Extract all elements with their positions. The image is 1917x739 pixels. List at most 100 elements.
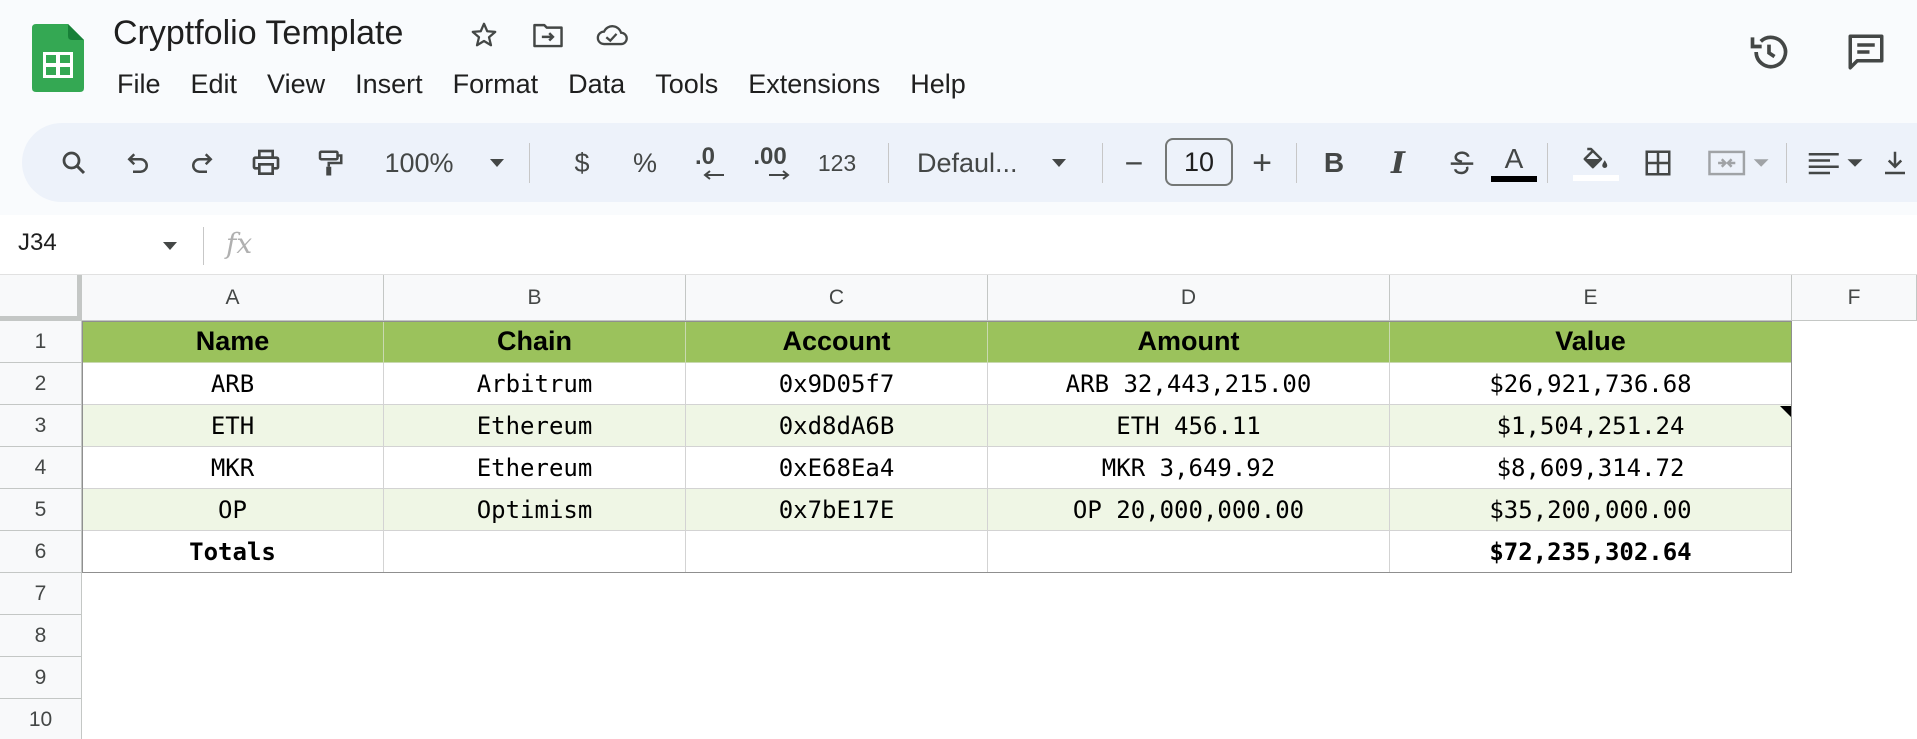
percent-format-button[interactable]: %: [628, 135, 662, 191]
row-header-1[interactable]: 1: [0, 321, 82, 363]
paint-format-icon[interactable]: [308, 135, 352, 191]
italic-button[interactable]: I: [1376, 135, 1420, 191]
header-cell-name[interactable]: Name: [82, 321, 384, 363]
increase-decimal-label: .00: [753, 143, 787, 170]
fx-icon: fx: [226, 227, 253, 260]
data-cell[interactable]: Arbitrum: [384, 363, 686, 405]
row-header-8[interactable]: 8: [0, 615, 82, 657]
app-header: Cryptfolio Template File Edit View Inser…: [0, 0, 1917, 120]
bold-button[interactable]: B: [1312, 135, 1356, 191]
document-title[interactable]: Cryptfolio Template: [113, 14, 403, 53]
sheets-logo-icon[interactable]: [32, 24, 84, 92]
vertical-align-icon[interactable]: [1880, 135, 1917, 191]
row-header-4[interactable]: 4: [0, 447, 82, 489]
data-cell[interactable]: Optimism: [384, 489, 686, 531]
data-cell[interactable]: Ethereum: [384, 405, 686, 447]
decrease-font-size-button[interactable]: −: [1114, 135, 1154, 191]
data-cell[interactable]: $8,609,314.72: [1390, 447, 1792, 489]
data-cell[interactable]: 0x7bE17E: [686, 489, 988, 531]
totals-cell[interactable]: [988, 531, 1390, 573]
data-cell[interactable]: ETH: [82, 405, 384, 447]
menu-format[interactable]: Format: [438, 64, 554, 104]
data-cell[interactable]: $35,200,000.00: [1390, 489, 1792, 531]
formula-bar: J34 fx: [0, 215, 1917, 275]
column-header-a[interactable]: A: [82, 275, 384, 321]
merge-cells-icon[interactable]: [1699, 135, 1779, 191]
menu-edit[interactable]: Edit: [176, 64, 253, 104]
increase-font-size-button[interactable]: +: [1242, 135, 1282, 191]
column-header-c[interactable]: C: [686, 275, 988, 321]
font-family-select[interactable]: Defaul...: [917, 135, 1027, 191]
totals-cell[interactable]: [384, 531, 686, 573]
row-header-2[interactable]: 2: [0, 363, 82, 405]
header-cell-chain[interactable]: Chain: [384, 321, 686, 363]
strikethrough-icon[interactable]: [1440, 135, 1484, 191]
cell-note-indicator: [1780, 406, 1791, 417]
data-cell[interactable]: OP 20,000,000.00: [988, 489, 1390, 531]
data-cell[interactable]: ARB: [82, 363, 384, 405]
more-formats-button[interactable]: 123: [807, 135, 867, 191]
redo-icon[interactable]: [180, 135, 224, 191]
data-cell[interactable]: MKR: [82, 447, 384, 489]
font-dropdown-icon[interactable]: [1044, 135, 1074, 191]
row-header-5[interactable]: 5: [0, 489, 82, 531]
column-header-b[interactable]: B: [384, 275, 686, 321]
zoom-value[interactable]: 100%: [384, 135, 454, 191]
data-cell[interactable]: 0xd8dA6B: [686, 405, 988, 447]
menu-data[interactable]: Data: [553, 64, 640, 104]
paint-bucket-icon: [1583, 147, 1608, 169]
row-header-3[interactable]: 3: [0, 405, 82, 447]
row-header-7[interactable]: 7: [0, 573, 82, 615]
totals-cell[interactable]: $72,235,302.64: [1390, 531, 1792, 573]
version-history-icon[interactable]: [1745, 28, 1793, 76]
row-header-9[interactable]: 9: [0, 657, 82, 699]
menu-extensions[interactable]: Extensions: [733, 64, 895, 104]
move-folder-icon[interactable]: [531, 18, 565, 52]
column-header-e[interactable]: E: [1390, 275, 1792, 321]
data-cell[interactable]: $26,921,736.68: [1390, 363, 1792, 405]
data-cell[interactable]: $1,504,251.24: [1390, 405, 1792, 447]
fill-color-button[interactable]: [1566, 135, 1626, 191]
data-cell[interactable]: ETH 456.11: [988, 405, 1390, 447]
name-box[interactable]: J34: [18, 229, 57, 257]
cloud-saved-icon[interactable]: [595, 18, 629, 52]
borders-icon[interactable]: [1636, 135, 1680, 191]
comments-icon[interactable]: [1842, 28, 1890, 76]
menu-insert[interactable]: Insert: [340, 64, 438, 104]
currency-format-button[interactable]: $: [567, 135, 597, 191]
horizontal-align-icon[interactable]: [1800, 135, 1870, 191]
toolbar: 100% $ % .0 .00 123 Defaul... − 10 + B I: [22, 123, 1917, 202]
header-cell-value[interactable]: Value: [1390, 321, 1792, 363]
decrease-decimal-button[interactable]: .0: [677, 135, 733, 191]
column-header-d[interactable]: D: [988, 275, 1390, 321]
font-size-input[interactable]: 10: [1165, 138, 1233, 186]
search-icon[interactable]: [52, 135, 96, 191]
totals-cell[interactable]: Totals: [82, 531, 384, 573]
data-cell[interactable]: MKR 3,649.92: [988, 447, 1390, 489]
text-color-button[interactable]: A: [1482, 135, 1546, 191]
totals-cell[interactable]: [686, 531, 988, 573]
name-box-dropdown-icon[interactable]: [162, 241, 178, 251]
row-header-6[interactable]: 6: [0, 531, 82, 573]
print-icon[interactable]: [244, 135, 288, 191]
data-cell[interactable]: 0xE68Ea4: [686, 447, 988, 489]
menu-view[interactable]: View: [252, 64, 340, 104]
undo-icon[interactable]: [116, 135, 160, 191]
menu-help[interactable]: Help: [895, 64, 981, 104]
data-cell[interactable]: OP: [82, 489, 384, 531]
zoom-dropdown-icon[interactable]: [482, 135, 512, 191]
select-all-corner[interactable]: [0, 275, 82, 321]
header-cell-account[interactable]: Account: [686, 321, 988, 363]
header-cell-amount[interactable]: Amount: [988, 321, 1390, 363]
increase-decimal-button[interactable]: .00: [740, 135, 800, 191]
menu-tools[interactable]: Tools: [640, 64, 733, 104]
data-cell[interactable]: ARB 32,443,215.00: [988, 363, 1390, 405]
star-icon[interactable]: [467, 18, 501, 52]
column-header-f[interactable]: F: [1792, 275, 1917, 321]
menu-file[interactable]: File: [102, 64, 176, 104]
spreadsheet-app: Cryptfolio Template File Edit View Inser…: [0, 0, 1917, 739]
row-header-10[interactable]: 10: [0, 699, 82, 739]
data-cell[interactable]: 0x9D05f7: [686, 363, 988, 405]
fill-color-swatch: [1573, 175, 1619, 181]
data-cell[interactable]: Ethereum: [384, 447, 686, 489]
